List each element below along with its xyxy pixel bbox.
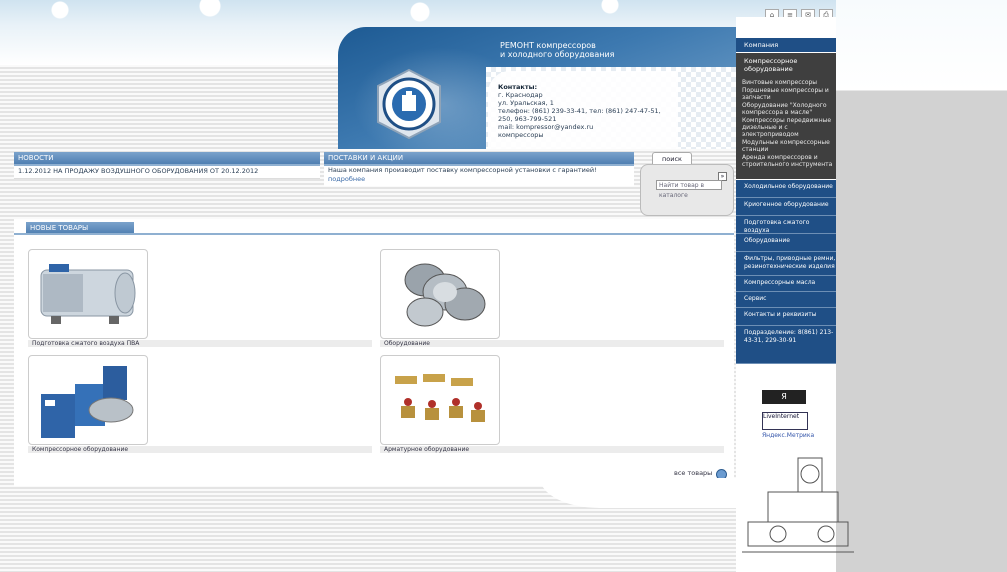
liveinternet-counter[interactable]: LiveInternet bbox=[762, 412, 808, 430]
sidebar-item[interactable]: Компрессорные масла bbox=[736, 276, 836, 292]
actions-more-link[interactable]: подробнее bbox=[328, 175, 365, 183]
header-title: РЕМОНТ компрессоров и холодного оборудов… bbox=[500, 41, 615, 59]
sidebar-item[interactable]: Оборудование bbox=[736, 234, 836, 252]
sidebar-item[interactable]: Холодильное оборудование bbox=[736, 180, 836, 198]
contacts-heading: Контакты: bbox=[498, 83, 538, 91]
header-title-line1: РЕМОНТ компрессоров bbox=[500, 41, 596, 50]
sidebar-item[interactable]: Подготовка сжатого воздуха bbox=[736, 216, 836, 234]
new-products-underline bbox=[14, 233, 734, 235]
contacts-line: компрессоры bbox=[498, 131, 544, 139]
contacts-email[interactable]: mail: kompressor@yandex.ru bbox=[498, 123, 676, 131]
actions-body: Наша компания производит поставку компре… bbox=[324, 166, 634, 186]
product-image-compressors[interactable] bbox=[28, 355, 148, 445]
product-caption[interactable]: Компрессорное оборудование bbox=[28, 446, 372, 453]
sidebar-item-company[interactable]: Компания bbox=[736, 38, 836, 52]
news-block: НОВОСТИ 1.12.2012 НА ПРОДАЖУ ВОЗДУШНОГО … bbox=[14, 152, 320, 179]
submenu-item[interactable]: Поршневые компрессоры и запчасти bbox=[742, 87, 834, 101]
submenu-item[interactable]: Модульные компрессорные станции bbox=[742, 139, 834, 153]
contacts-line: 250, 963-799-521 bbox=[498, 115, 557, 123]
right-background bbox=[836, 0, 1007, 572]
sidebar-item[interactable]: Контакты и реквизиты bbox=[736, 308, 836, 326]
bottom-curve bbox=[540, 478, 736, 508]
sidebar-submenu: Винтовые компрессоры Поршневые компрессо… bbox=[742, 79, 834, 169]
search-widget: поиск » Найти товар в каталоге bbox=[636, 152, 734, 216]
actions-text: Наша компания производит поставку компре… bbox=[328, 166, 597, 174]
yandex-badge[interactable]: Я bbox=[762, 390, 806, 404]
actions-block: ПОСТАВКИ И АКЦИИ Наша компания производи… bbox=[324, 152, 634, 186]
submenu-item[interactable]: Оборудование "Холодного компрессора в ма… bbox=[742, 102, 834, 116]
news-item[interactable]: 1.12.2012 НА ПРОДАЖУ ВОЗДУШНОГО ОБОРУДОВ… bbox=[14, 166, 320, 179]
yandex-metrika-link[interactable]: Яндекс.Метрика bbox=[762, 432, 814, 439]
sidebar-item[interactable]: Криогенное оборудование bbox=[736, 198, 836, 216]
submenu-item[interactable]: Компрессоры передвижные дизельные и с эл… bbox=[742, 117, 834, 138]
product-caption[interactable]: Подготовка сжатого воздуха ПВА bbox=[28, 340, 372, 347]
product-image-valves[interactable] bbox=[380, 355, 500, 445]
contacts-block: Контакты: г. Краснодар ул. Уральская, 1 … bbox=[498, 83, 676, 139]
air-treatment-unit-icon bbox=[40, 264, 136, 324]
actions-heading: ПОСТАВКИ И АКЦИИ bbox=[324, 152, 634, 164]
product-caption[interactable]: Оборудование bbox=[380, 340, 724, 347]
main-content: НОВЫЕ ТОВАРЫ Подготовка сжатого воздуха … bbox=[14, 219, 734, 486]
submenu-item[interactable]: Аренда компрессоров и строительного инст… bbox=[742, 154, 834, 168]
contacts-line: ул. Уральская, 1 bbox=[498, 99, 554, 107]
sidebar-current-label[interactable]: Компрессорное оборудование bbox=[744, 57, 832, 73]
company-logo[interactable] bbox=[370, 68, 448, 140]
product-image-air-treatment[interactable] bbox=[28, 249, 148, 339]
header-title-line2: и холодного оборудования bbox=[500, 50, 615, 59]
contacts-line: г. Краснодар bbox=[498, 91, 543, 99]
product-image-equipment[interactable] bbox=[380, 249, 500, 339]
sidebar-item[interactable]: Фильтры, приводные ремни, резинотехничес… bbox=[736, 252, 836, 276]
contacts-line: телефон: (861) 239-33-41, тел: (861) 247… bbox=[498, 107, 661, 115]
filter-discs-icon bbox=[404, 263, 486, 327]
sidebar-current-section: Компрессорное оборудование Винтовые комп… bbox=[736, 53, 836, 179]
machine-drawing-graphic bbox=[742, 457, 854, 553]
brass-valves-icon bbox=[395, 374, 485, 422]
submenu-item[interactable]: Винтовые компрессоры bbox=[742, 79, 834, 86]
news-heading: НОВОСТИ bbox=[14, 152, 320, 164]
sidebar-item[interactable]: Сервис bbox=[736, 292, 836, 308]
all-products-link[interactable]: все товары bbox=[674, 469, 712, 477]
sidebar-item[interactable]: Подразделение: 8(861) 213-43-31, 229-30-… bbox=[736, 326, 836, 364]
search-input[interactable]: Найти товар в каталоге bbox=[656, 180, 722, 199]
compressor-units-icon bbox=[41, 366, 134, 438]
product-caption[interactable]: Арматурное оборудование bbox=[380, 446, 724, 453]
